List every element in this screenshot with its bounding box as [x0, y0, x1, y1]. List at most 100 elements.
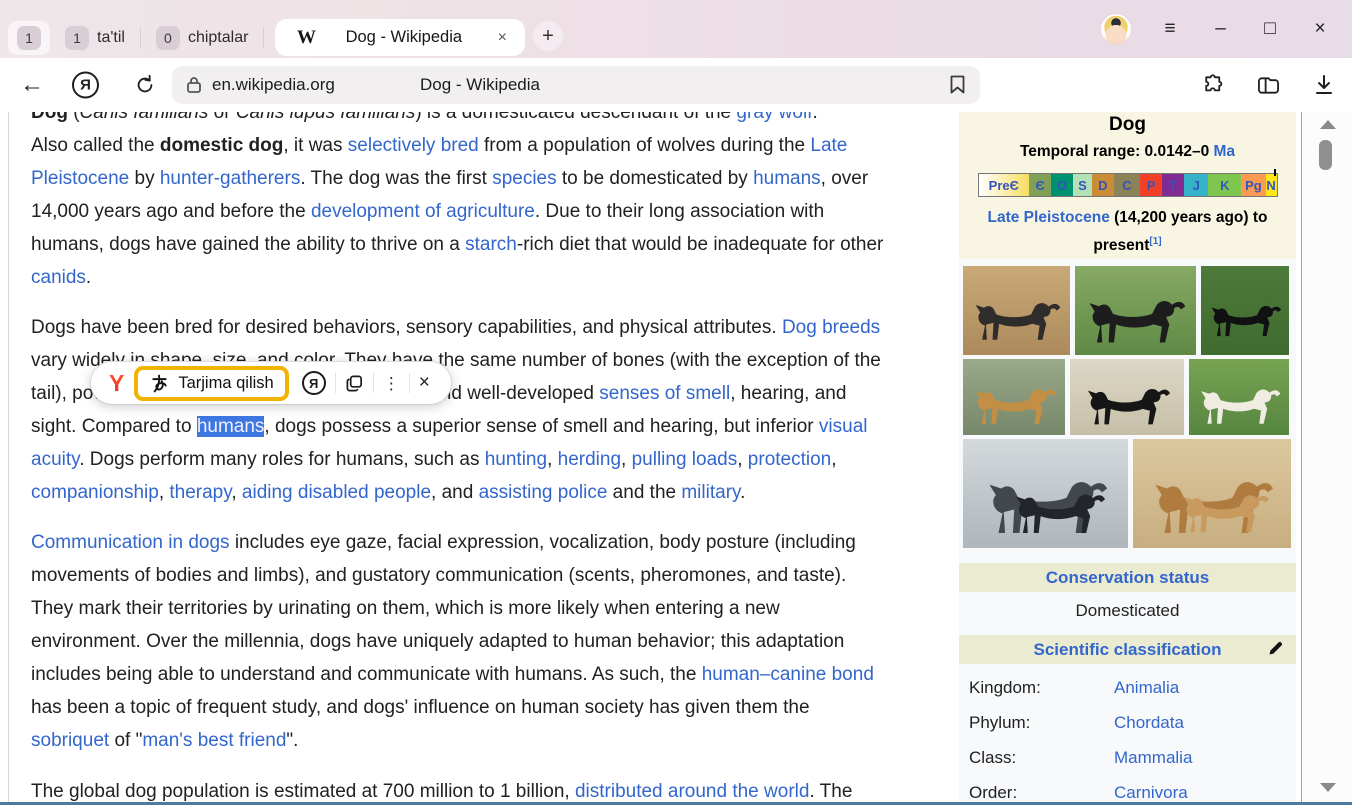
taxobox: Dog Temporal range: 0.0142–0 Ma PreЄЄOSD…: [959, 112, 1296, 802]
article-link[interactable]: species: [492, 168, 556, 189]
article-line: Dog (Canis familiaris or Canis lupus fam…: [31, 112, 943, 129]
close-popup-icon[interactable]: ×: [410, 372, 439, 394]
timescale-segment[interactable]: P: [1140, 174, 1162, 196]
close-window-icon[interactable]: ×: [1308, 18, 1332, 40]
scroll-up-arrow[interactable]: [1320, 120, 1336, 129]
article-link[interactable]: selectively bred: [348, 135, 479, 156]
article-link[interactable]: senses of smell: [599, 383, 730, 404]
timescale-segment[interactable]: N: [1266, 174, 1277, 196]
tab-close-icon[interactable]: ×: [492, 27, 513, 49]
yandex-logo-icon[interactable]: Я: [72, 72, 99, 99]
extensions-icon[interactable]: [1202, 74, 1225, 97]
article-link[interactable]: protection: [748, 449, 831, 470]
dog-photo[interactable]: [963, 266, 1070, 355]
article-link[interactable]: sobriquet: [31, 730, 109, 751]
article-link[interactable]: human–canine bond: [702, 664, 874, 685]
minimize-icon[interactable]: –: [1208, 18, 1232, 40]
article-link[interactable]: companionship: [31, 482, 159, 503]
plain-text: ".: [286, 730, 298, 751]
article-link[interactable]: humans: [753, 168, 821, 189]
timescale-segment[interactable]: Pg: [1241, 174, 1265, 196]
article-link[interactable]: distributed around the world: [575, 781, 809, 802]
dog-photo[interactable]: [1070, 359, 1184, 435]
dog-photo[interactable]: [1201, 266, 1289, 355]
geologic-timescale[interactable]: PreЄЄOSDCPTJKPgN: [978, 173, 1278, 197]
article-link[interactable]: development of agriculture: [311, 201, 535, 222]
ma-link[interactable]: Ma: [1214, 143, 1236, 160]
taxonomy-value-link[interactable]: Mammalia: [1114, 748, 1192, 768]
timescale-segment[interactable]: J: [1184, 174, 1208, 196]
refresh-icon[interactable]: [134, 74, 156, 96]
article-link[interactable]: pulling loads: [632, 449, 738, 470]
side-panels-icon[interactable]: [1256, 74, 1281, 97]
popup-translate-button[interactable]: Tarjima qilish: [134, 366, 288, 401]
article-link[interactable]: herding: [558, 449, 621, 470]
tab-group-tatil[interactable]: 1 ta'til: [56, 21, 134, 55]
back-button[interactable]: ←: [20, 71, 44, 99]
article-link[interactable]: canids: [31, 267, 86, 288]
hiragana-a-icon: [149, 373, 170, 394]
tab-group-current[interactable]: 1: [8, 21, 50, 55]
article-link[interactable]: Pleistocene: [31, 168, 129, 189]
article-line: acuity. Dogs perform many roles for huma…: [31, 443, 943, 476]
new-tab-button[interactable]: +: [533, 21, 563, 51]
bookmark-icon[interactable]: [949, 74, 966, 95]
article-link[interactable]: starch: [465, 234, 517, 255]
dog-photo[interactable]: [963, 359, 1065, 435]
copy-icon[interactable]: [336, 374, 373, 393]
tab-group-chiptalar[interactable]: 0 chiptalar: [147, 21, 257, 55]
maximize-icon[interactable]: □: [1258, 18, 1282, 40]
article-line: Also called the domestic dog, it was sel…: [31, 129, 943, 162]
taxonomy-value-link[interactable]: Carnivora: [1114, 783, 1188, 803]
article-link[interactable]: acuity: [31, 449, 79, 470]
dog-photo[interactable]: [1075, 266, 1196, 355]
address-bar[interactable]: en.wikipedia.org Dog - Wikipedia: [172, 66, 980, 104]
more-options-icon[interactable]: ⋮: [374, 375, 409, 392]
timescale-segment[interactable]: Є: [1029, 174, 1051, 196]
edit-pencil-icon[interactable]: [1267, 640, 1284, 657]
timescale-segment[interactable]: PreЄ: [979, 174, 1030, 196]
article-link[interactable]: military: [681, 482, 740, 503]
article-link[interactable]: assisting police: [479, 482, 608, 503]
taxonomy-value-link[interactable]: Chordata: [1114, 713, 1184, 733]
late-pleistocene-link[interactable]: Late Pleistocene: [988, 209, 1110, 226]
article-link[interactable]: hunting: [485, 449, 547, 470]
timescale-segment[interactable]: C: [1114, 174, 1140, 196]
yandex-search-icon[interactable]: Я: [293, 371, 335, 395]
taxonomy-value-link[interactable]: Animalia: [1114, 678, 1179, 698]
article-line: sight. Compared to humans, dogs possess …: [31, 410, 943, 443]
download-icon[interactable]: [1314, 74, 1334, 96]
dog-photo[interactable]: [1189, 359, 1289, 435]
timescale-segment[interactable]: D: [1092, 174, 1114, 196]
dog-photo[interactable]: [1133, 439, 1291, 548]
timescale-segment[interactable]: S: [1073, 174, 1092, 196]
article-link[interactable]: man's best friend: [142, 730, 286, 751]
timescale-segment[interactable]: K: [1208, 174, 1241, 196]
profile-avatar[interactable]: [1100, 13, 1132, 45]
article-link[interactable]: visual: [819, 416, 868, 437]
article-link[interactable]: Dog breeds: [782, 317, 880, 338]
article-link[interactable]: hunter-gatherers: [160, 168, 300, 189]
scientific-classification-header[interactable]: Scientific classification: [959, 635, 1296, 664]
popup-translate-label: Tarjima qilish: [178, 374, 273, 393]
article-link[interactable]: Communication in dogs: [31, 532, 230, 553]
tab-dog-wikipedia[interactable]: W Dog - Wikipedia ×: [275, 19, 525, 56]
reference-link[interactable]: [1]: [1149, 236, 1161, 247]
dog-photo[interactable]: [963, 439, 1128, 548]
scrollbar-thumb[interactable]: [1319, 140, 1332, 170]
article-link[interactable]: therapy: [169, 482, 231, 503]
article-link[interactable]: Late: [810, 135, 847, 156]
taxonomy-rank: Phylum:: [969, 713, 1114, 733]
conservation-status-header[interactable]: Conservation status: [959, 563, 1296, 592]
selected-text[interactable]: humans: [197, 416, 265, 437]
menu-icon[interactable]: ≡: [1158, 18, 1182, 40]
scroll-down-arrow[interactable]: [1320, 783, 1336, 792]
timescale-segment[interactable]: O: [1051, 174, 1073, 196]
article-link[interactable]: aiding disabled people: [242, 482, 431, 503]
plain-text: . Due to their long association with: [535, 201, 824, 222]
yandex-y-icon[interactable]: Y: [103, 370, 130, 397]
article-line: Pleistocene by hunter-gatherers. The dog…: [31, 162, 943, 195]
taxonomy-row: Phylum:Chordata: [969, 705, 1289, 740]
timescale-segment[interactable]: T: [1162, 174, 1184, 196]
article-link[interactable]: gray wolf: [736, 112, 812, 123]
